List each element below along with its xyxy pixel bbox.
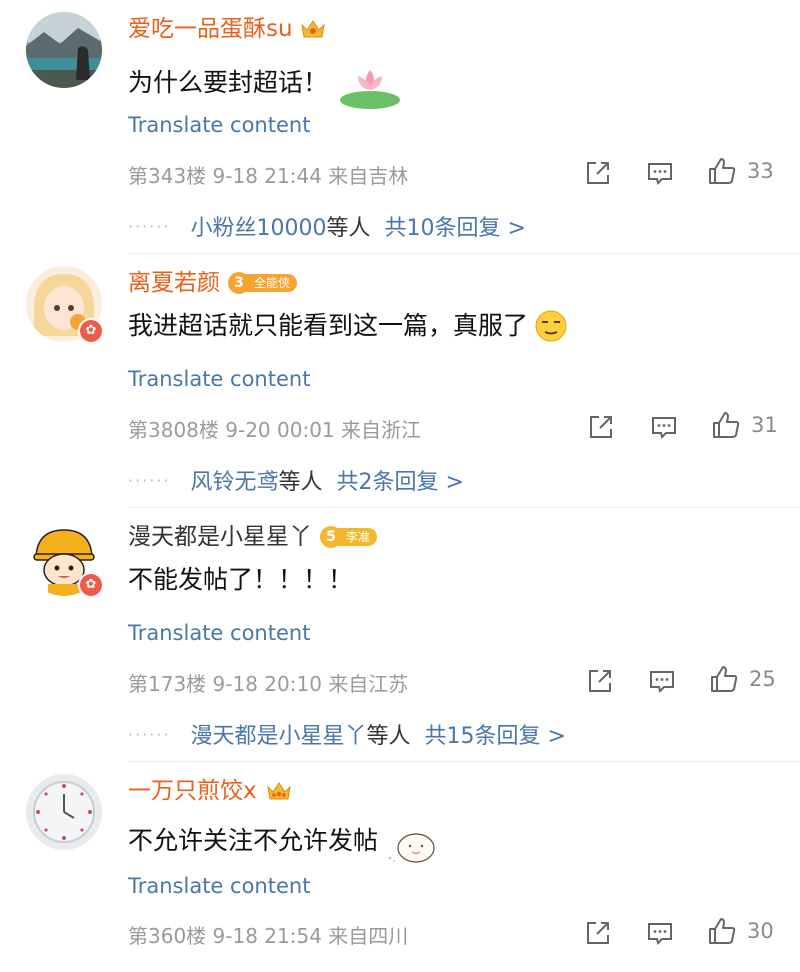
comment-text-row: 不能发帖了！！！！ <box>128 562 353 598</box>
comment-location: 来自吉林 <box>328 164 409 188</box>
verified-badge-icon: ✿ <box>78 572 104 598</box>
comment-meta: 第173楼 9-18 20:10 来自江苏 <box>128 668 408 697</box>
comment-item: ✿ 离夏若颜 3 全能侠 我进超话就只能看到这一篇，真服了 Translate … <box>0 254 800 508</box>
level-badge: 3 全能侠 <box>228 272 298 294</box>
like-icon <box>709 918 736 944</box>
comment-text: 为什么要封超话！ <box>128 68 329 97</box>
comment-meta: 第343楼 9-18 21:44 来自吉林 <box>128 160 408 189</box>
comment-text-row: 为什么要封超话！ <box>128 54 406 112</box>
lotus-sticker-icon <box>340 70 401 109</box>
reply-count-link[interactable]: 共2条回复 > <box>337 464 464 496</box>
comment-location: 来自四川 <box>328 924 409 948</box>
reply-preview-user[interactable]: 漫天都是小星星丫 <box>191 718 367 750</box>
username[interactable]: 漫天都是小星星丫 <box>128 522 312 552</box>
comment-location: 来自浙江 <box>341 418 422 442</box>
username-row: 漫天都是小星星丫 5 李准 <box>128 522 378 552</box>
reply-preview[interactable]: ······ 风铃无鸢 等人 共2条回复 > <box>128 464 464 496</box>
floor-number: 第343楼 <box>128 164 207 188</box>
crown-icon <box>266 782 291 800</box>
share-icon <box>590 416 612 438</box>
comment-item: ✿ 漫天都是小星星丫 5 李准 不能发帖了！！！！ Translate cont… <box>0 508 800 762</box>
share-icon <box>587 922 609 944</box>
comment-time: 9-18 20:10 <box>212 672 322 696</box>
like-button[interactable]: 30 <box>707 916 774 946</box>
comment-text: 我进超话就只能看到这一篇，真服了 <box>128 311 529 340</box>
like-icon <box>711 666 738 692</box>
like-icon <box>709 158 736 184</box>
reply-dots: ······ <box>128 216 171 236</box>
comment-text: 不能发帖了！！！！ <box>128 565 354 594</box>
translate-link[interactable]: Translate content <box>128 874 310 898</box>
comment-time: 9-20 00:01 <box>225 418 335 442</box>
reply-preview-user[interactable]: 风铃无鸢 <box>191 464 279 496</box>
reply-count-link[interactable]: 共15条回复 > <box>425 718 566 750</box>
comment-time: 9-18 21:44 <box>212 164 322 188</box>
username[interactable]: 一万只煎饺x <box>128 776 257 806</box>
username[interactable]: 爱吃一品蛋酥su <box>128 14 293 44</box>
share-icon <box>587 162 609 184</box>
comment-item: 一万只煎饺x 不允许关注不允许发帖 Translate content 第360… <box>0 762 800 972</box>
comment-icon <box>648 923 672 945</box>
verified-badge-icon: ✿ <box>78 318 104 344</box>
floor-number: 第360楼 <box>128 924 207 948</box>
username-row: 一万只煎饺x <box>128 776 295 806</box>
reply-preview-user[interactable]: 小粉丝10000 <box>191 210 327 242</box>
like-count: 31 <box>751 413 778 437</box>
comment-icon <box>652 417 676 439</box>
translate-link[interactable]: Translate content <box>128 113 310 137</box>
share-button[interactable] <box>584 918 612 948</box>
comment-button[interactable] <box>646 918 674 948</box>
comment-button[interactable] <box>646 158 674 188</box>
bun-sticker-icon <box>388 833 435 863</box>
like-button[interactable]: 33 <box>707 156 774 186</box>
reply-dots: ······ <box>128 470 171 490</box>
avatar[interactable] <box>26 774 102 850</box>
reply-preview-suffix: 等人 <box>278 470 323 495</box>
reply-preview[interactable]: ······ 小粉丝10000 等人 共10条回复 > <box>128 210 526 242</box>
username[interactable]: 离夏若颜 <box>128 268 220 298</box>
reply-count-link[interactable]: 共10条回复 > <box>385 210 526 242</box>
like-button[interactable]: 31 <box>711 410 778 440</box>
comment-button[interactable] <box>648 666 676 696</box>
share-icon <box>589 670 611 692</box>
comment-text: 不允许关注不允许发帖 <box>128 826 379 855</box>
emoji-icon <box>535 310 567 342</box>
translate-link[interactable]: Translate content <box>128 621 310 645</box>
like-count: 25 <box>749 667 776 691</box>
level-badge: 5 李准 <box>320 526 378 548</box>
share-button[interactable] <box>587 412 615 442</box>
floor-number: 第3808楼 <box>128 418 219 442</box>
crown-icon <box>300 20 325 38</box>
translate-link[interactable]: Translate content <box>128 367 310 391</box>
comment-text-row: 不允许关注不允许发帖 <box>128 816 440 866</box>
level-number: 5 <box>320 526 342 548</box>
comment-meta: 第360楼 9-18 21:54 来自四川 <box>128 920 408 949</box>
like-count: 30 <box>747 919 774 943</box>
username-row: 离夏若颜 3 全能侠 <box>128 268 298 298</box>
like-icon <box>713 412 740 438</box>
username-row: 爱吃一品蛋酥su <box>128 14 327 44</box>
comment-meta: 第3808楼 9-20 00:01 来自浙江 <box>128 414 421 443</box>
comment-text-row: 我进超话就只能看到这一篇，真服了 <box>128 308 568 344</box>
comment-time: 9-18 21:54 <box>212 924 322 948</box>
share-button[interactable] <box>584 158 612 188</box>
reply-dots: ······ <box>128 724 171 744</box>
reply-preview-suffix: 等人 <box>326 216 371 241</box>
avatar[interactable] <box>26 12 102 88</box>
share-button[interactable] <box>586 666 614 696</box>
like-button[interactable]: 25 <box>709 664 776 694</box>
comment-icon <box>650 671 674 693</box>
comment-location: 来自江苏 <box>328 672 409 696</box>
reply-preview-suffix: 等人 <box>366 724 411 749</box>
level-number: 3 <box>228 272 250 294</box>
floor-number: 第173楼 <box>128 672 207 696</box>
comment-item: 爱吃一品蛋酥su 为什么要封超话！ Translate content 第343… <box>0 0 800 254</box>
like-count: 33 <box>747 159 774 183</box>
comment-icon <box>648 163 672 185</box>
comment-button[interactable] <box>650 412 678 442</box>
reply-preview[interactable]: ······ 漫天都是小星星丫 等人 共15条回复 > <box>128 718 566 750</box>
